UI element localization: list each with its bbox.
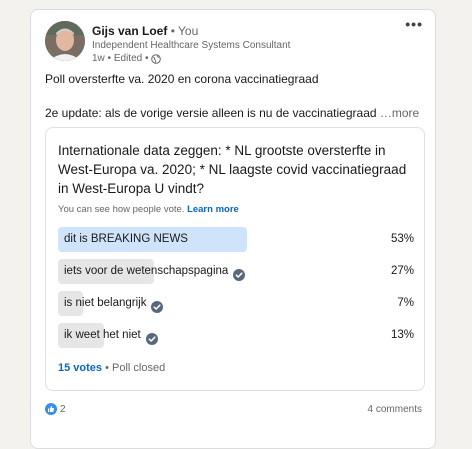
more-options-button[interactable]: ••• bbox=[405, 16, 423, 32]
author-line: Gijs van Loef • You bbox=[92, 23, 198, 39]
verified-check-icon bbox=[145, 330, 158, 345]
poll-visibility-note: You can see how people vote. Learn more bbox=[58, 204, 239, 215]
poll-option[interactable]: iets voor de wetenschapspagina 27% bbox=[58, 259, 414, 284]
globe-icon bbox=[151, 53, 162, 64]
poll-option[interactable]: is niet belangrijk 7% bbox=[58, 291, 414, 316]
poll-option-percent: 27% bbox=[390, 265, 414, 277]
author-name[interactable]: Gijs van Loef bbox=[92, 24, 167, 38]
poll-option-label: iets voor de wetenschapspagina bbox=[64, 265, 229, 277]
poll-option-label: ik weet het niet bbox=[64, 329, 141, 341]
comments-link[interactable]: 4 comments bbox=[368, 404, 422, 415]
verified-check-icon bbox=[151, 298, 164, 313]
poll-option-label: is niet belangrijk bbox=[64, 297, 147, 309]
see-more-link[interactable]: …more bbox=[380, 106, 419, 120]
post-meta: 1w • Edited • bbox=[92, 52, 162, 65]
poll-question: Internationale data zeggen: * NL grootst… bbox=[58, 143, 407, 196]
poll-option-label: dit is BREAKING NEWS bbox=[64, 233, 188, 245]
avatar[interactable] bbox=[45, 21, 85, 61]
post-text-line-2-content: 2e update: als de vorige versie alleen i… bbox=[45, 106, 377, 120]
poll-card: Internationale data zeggen: * NL grootst… bbox=[45, 127, 425, 391]
poll-option-label-group: ik weet het niet bbox=[64, 323, 158, 348]
poll-footer: 15 votes • Poll closed bbox=[58, 362, 165, 374]
poll-option-label-group: dit is BREAKING NEWS bbox=[64, 227, 188, 252]
post-meta-text: 1w • Edited • bbox=[92, 53, 149, 64]
author-title: Independent Healthcare Systems Consultan… bbox=[92, 40, 291, 51]
poll-note-text: You can see how people vote. bbox=[58, 204, 185, 215]
poll-option[interactable]: ik weet het niet 13% bbox=[58, 323, 414, 348]
poll-option-percent: 13% bbox=[390, 329, 414, 341]
poll-option-label-group: is niet belangrijk bbox=[64, 291, 164, 316]
poll-status: • Poll closed bbox=[102, 362, 166, 374]
reactions[interactable]: 2 bbox=[45, 403, 66, 415]
poll-option-label-group: iets voor de wetenschapspagina bbox=[64, 259, 246, 284]
verified-check-icon bbox=[233, 266, 246, 281]
poll-option[interactable]: dit is BREAKING NEWS 53% bbox=[58, 227, 414, 252]
like-icon bbox=[45, 403, 57, 415]
poll-option-percent: 53% bbox=[390, 233, 414, 245]
votes-link[interactable]: 15 votes bbox=[58, 362, 102, 374]
post-card: Gijs van Loef • You Independent Healthca… bbox=[30, 9, 436, 449]
post-text-line-1: Poll oversterfte va. 2020 en corona vacc… bbox=[45, 72, 319, 86]
poll-option-percent: 7% bbox=[397, 297, 414, 309]
reaction-count: 2 bbox=[60, 403, 66, 415]
post-text-line-2: 2e update: als de vorige versie alleen i… bbox=[45, 105, 419, 121]
you-badge: • You bbox=[167, 24, 199, 38]
learn-more-link[interactable]: Learn more bbox=[187, 204, 239, 215]
